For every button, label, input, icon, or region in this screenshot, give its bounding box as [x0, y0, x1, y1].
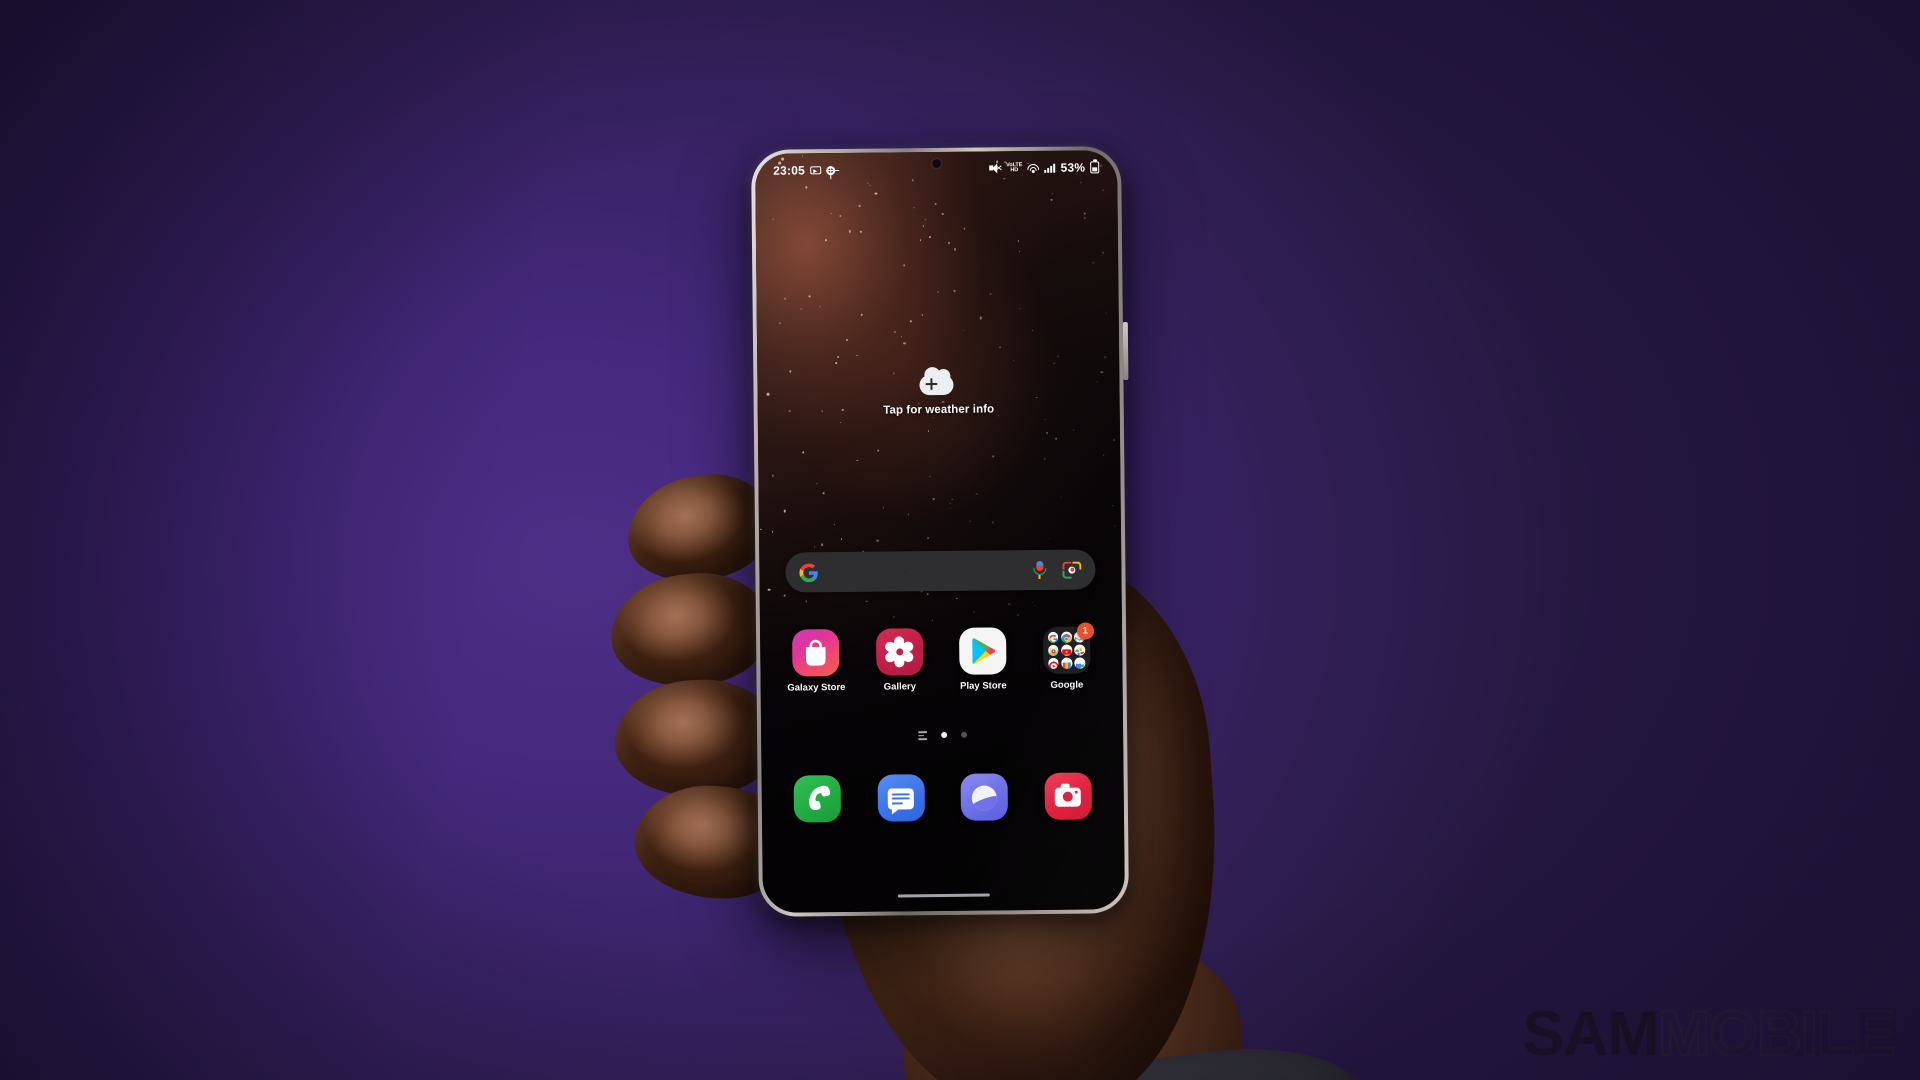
google-g-icon [799, 563, 818, 582]
sammobile-watermark: SAM MOBILE [1522, 999, 1897, 1069]
mini-app-maps [1047, 644, 1059, 656]
mini-app-google [1047, 631, 1059, 643]
gallery-icon [875, 628, 924, 676]
volte-icon: VoLTE HD [1006, 162, 1022, 174]
phone-screen[interactable]: 23:05 VoLTE HD 53% Tap for weather info … [755, 150, 1125, 913]
mini-app-photos [1074, 644, 1086, 656]
app-gallery[interactable]: Gallery [864, 628, 935, 693]
battery-percent: 53% [1060, 160, 1086, 175]
weather-widget[interactable]: Tap for weather info [757, 364, 1120, 418]
status-time: 23:05 [773, 163, 805, 178]
cloud-sun-plus-icon [916, 366, 960, 396]
messages-icon[interactable] [877, 774, 925, 822]
mute-icon [989, 163, 1002, 174]
galaxy-store-icon [792, 629, 840, 677]
app-label: Galaxy Store [787, 681, 846, 694]
app-grid-row: Galaxy Store Gallery Play Store 1 Google [774, 622, 1109, 694]
google-search-bar[interactable] [785, 549, 1096, 593]
mini-app-youtube-music [1048, 658, 1059, 669]
app-google-folder[interactable]: 1 Google [1031, 622, 1102, 691]
plus-icon [925, 378, 937, 390]
app-galaxy-store[interactable]: Galaxy Store [781, 629, 852, 694]
internet-icon[interactable] [960, 773, 1009, 821]
folder-badge: 1 [1076, 622, 1094, 640]
battery-icon [1090, 161, 1100, 174]
weather-widget-label: Tap for weather info [883, 403, 995, 417]
smartphone: 23:05 VoLTE HD 53% Tap for weather info … [750, 146, 1130, 917]
signal-icon [1044, 163, 1056, 173]
volte-bottom-label: HD [1010, 167, 1019, 174]
watermark-outline: MOBILE [1657, 999, 1897, 1069]
wifi-icon [1027, 163, 1040, 174]
mini-app-meet [1074, 657, 1086, 669]
status-bar-left: 23:05 [773, 163, 835, 178]
status-bar-right: VoLTE HD 53% [989, 160, 1100, 175]
mini-app-play-movies [1061, 657, 1073, 669]
camera-icon[interactable] [1044, 772, 1092, 820]
app-label: Google [1050, 679, 1084, 691]
watermark-bold: SAM [1522, 999, 1660, 1069]
screen-recorder-icon [809, 166, 821, 175]
app-play-store[interactable]: Play Store [948, 627, 1019, 692]
page-dot-active[interactable] [940, 731, 947, 738]
photo-scene: 23:05 VoLTE HD 53% Tap for weather info … [0, 0, 1920, 1080]
mini-app-youtube [1061, 644, 1072, 656]
app-label: Play Store [960, 680, 1007, 692]
google-folder-icon: 1 [1042, 622, 1094, 674]
microphone-icon[interactable] [1031, 560, 1047, 579]
status-bar: 23:05 VoLTE HD 53% [755, 150, 1117, 188]
phone-icon[interactable] [793, 775, 842, 823]
google-lens-icon[interactable] [1062, 561, 1082, 579]
app-label: Gallery [883, 681, 917, 693]
play-store-icon [959, 627, 1007, 675]
gear-icon [825, 165, 835, 175]
dock [776, 772, 1110, 823]
page-dot[interactable] [960, 731, 967, 738]
mini-app-chrome [1060, 631, 1072, 643]
search-input[interactable] [818, 570, 1031, 572]
power-button[interactable] [1122, 322, 1129, 381]
app-screen-icon[interactable] [917, 731, 927, 741]
flower-glyph [883, 636, 916, 668]
